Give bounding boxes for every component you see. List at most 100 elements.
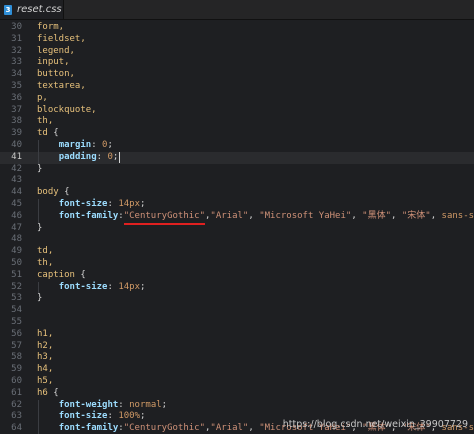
line-number: 49 (11, 246, 22, 257)
line-number: 63 (11, 411, 22, 422)
code-text: h5, (37, 376, 54, 386)
code-editor[interactable]: 30 form, 31 fieldset, 32 legend, 33 input, 34 but… (0, 20, 474, 434)
code-text: form, (37, 22, 65, 32)
code-text: } (37, 163, 43, 174)
line-number: 64 (11, 423, 22, 434)
line-number: 60 (11, 376, 22, 386)
code-text: th, (37, 258, 54, 268)
code-line[interactable]: 53} (0, 293, 474, 305)
line-number: 43 (11, 175, 22, 186)
code-text: h1, (37, 328, 54, 339)
line-number: 33 (11, 57, 22, 68)
code-text: fieldset, (37, 33, 86, 44)
line-number: 38 (11, 116, 22, 127)
code-line[interactable]: 45 font-size: 14px; (0, 199, 474, 211)
line-number: 47 (11, 222, 22, 233)
line-number: 35 (11, 81, 22, 91)
line-number: 31 (11, 33, 22, 44)
code-text: th, (37, 116, 54, 127)
code-line[interactable]: 43 (0, 175, 474, 187)
code-text: margin: 0; (58, 140, 113, 150)
code-line[interactable]: 56 h1, (0, 329, 474, 341)
code-text: padding: 0; (58, 151, 119, 162)
line-number: 50 (11, 258, 22, 268)
line-number: 45 (11, 199, 22, 209)
code-line[interactable]: 60 h5, (0, 376, 474, 388)
line-number: 40 (11, 140, 22, 150)
code-line[interactable]: 41 padding: 0; (0, 151, 474, 164)
code-line[interactable]: 40 margin: 0; (0, 140, 474, 152)
code-line[interactable]: 59 h4, (0, 364, 474, 376)
line-number: 32 (11, 45, 22, 56)
code-line[interactable]: 35 textarea, (0, 81, 474, 93)
code-line[interactable]: 57 h2, (0, 341, 474, 353)
code-line[interactable]: 54 (0, 305, 474, 317)
text-cursor (119, 152, 121, 164)
indent-guide (38, 399, 39, 434)
code-text: font-family:"CenturyGothic","Arial", "Mi… (58, 210, 474, 221)
code-text: textarea, (37, 81, 86, 91)
code-text: h4, (37, 364, 54, 375)
code-line[interactable]: 55 (0, 317, 474, 329)
code-line[interactable]: 49 td, (0, 246, 474, 258)
code-line[interactable]: 47} (0, 223, 474, 235)
code-text: font-size: 14px; (58, 281, 146, 292)
code-text: td, (37, 246, 54, 257)
indent-guide (38, 199, 39, 223)
line-number: 42 (11, 163, 22, 174)
code-line[interactable]: 48 (0, 234, 474, 246)
line-number: 34 (11, 69, 22, 80)
code-line[interactable]: 44 body { (0, 187, 474, 199)
code-line[interactable]: 33 input, (0, 57, 474, 69)
code-text: button, (37, 69, 75, 80)
code-line[interactable]: 37 blockquote, (0, 105, 474, 117)
code-text: blockquote, (37, 104, 97, 115)
tab-bar: 3 reset.css (0, 0, 474, 20)
code-text: p, (37, 92, 48, 103)
css-file-icon: 3 (4, 4, 12, 15)
code-line[interactable]: 36 p, (0, 93, 474, 105)
code-line[interactable]: 31 fieldset, (0, 34, 474, 46)
tab-label: reset.css (17, 4, 62, 15)
code-line[interactable]: 38 th, (0, 116, 474, 128)
code-line[interactable]: 32 legend, (0, 46, 474, 58)
code-text: h3, (37, 352, 54, 363)
line-number: 30 (11, 22, 22, 32)
code-text: td { (37, 128, 59, 139)
code-line[interactable]: 30 form, (0, 22, 474, 34)
code-text: input, (37, 57, 70, 68)
code-line[interactable]: 52 font-size: 14px; (0, 282, 474, 294)
line-number: 39 (11, 128, 22, 139)
indent-guide (38, 281, 39, 294)
tab-reset-css[interactable]: 3 reset.css (0, 0, 64, 19)
code-text: } (37, 293, 43, 304)
code-line[interactable]: 39 td { (0, 128, 474, 140)
code-line[interactable]: 50 th, (0, 258, 474, 270)
code-text: font-size: 100%; (58, 411, 146, 422)
code-text: h2, (37, 340, 54, 351)
line-number: 56 (11, 328, 22, 339)
code-text: } (37, 222, 43, 233)
line-number: 59 (11, 364, 22, 375)
line-number: 36 (11, 92, 22, 103)
code-text: font-weight: normal; (58, 399, 168, 410)
code-line[interactable]: 61 h6 { (0, 388, 474, 400)
line-number: 58 (11, 352, 22, 363)
code-line[interactable]: 51 caption { (0, 270, 474, 282)
code-line[interactable]: 46 font-family:"CenturyGothic","Arial", … (0, 211, 474, 223)
line-number: 62 (11, 399, 22, 410)
code-line[interactable]: 62 font-weight: normal; (0, 400, 474, 412)
line-number: 41 (11, 151, 22, 162)
line-number: 57 (11, 340, 22, 351)
line-number: 44 (11, 187, 22, 198)
code-text: font-size: 14px; (58, 199, 146, 209)
code-text: h6 { (37, 387, 59, 398)
line-number: 53 (11, 293, 22, 304)
watermark: https://blog.csdn.net/weixin_39907729 (282, 419, 468, 430)
code-line[interactable]: 42} (0, 164, 474, 176)
code-text: caption { (37, 269, 86, 280)
line-number: 48 (11, 234, 22, 245)
code-line[interactable]: 58 h3, (0, 352, 474, 364)
line-number: 61 (11, 387, 22, 398)
code-line[interactable]: 34 button, (0, 69, 474, 81)
